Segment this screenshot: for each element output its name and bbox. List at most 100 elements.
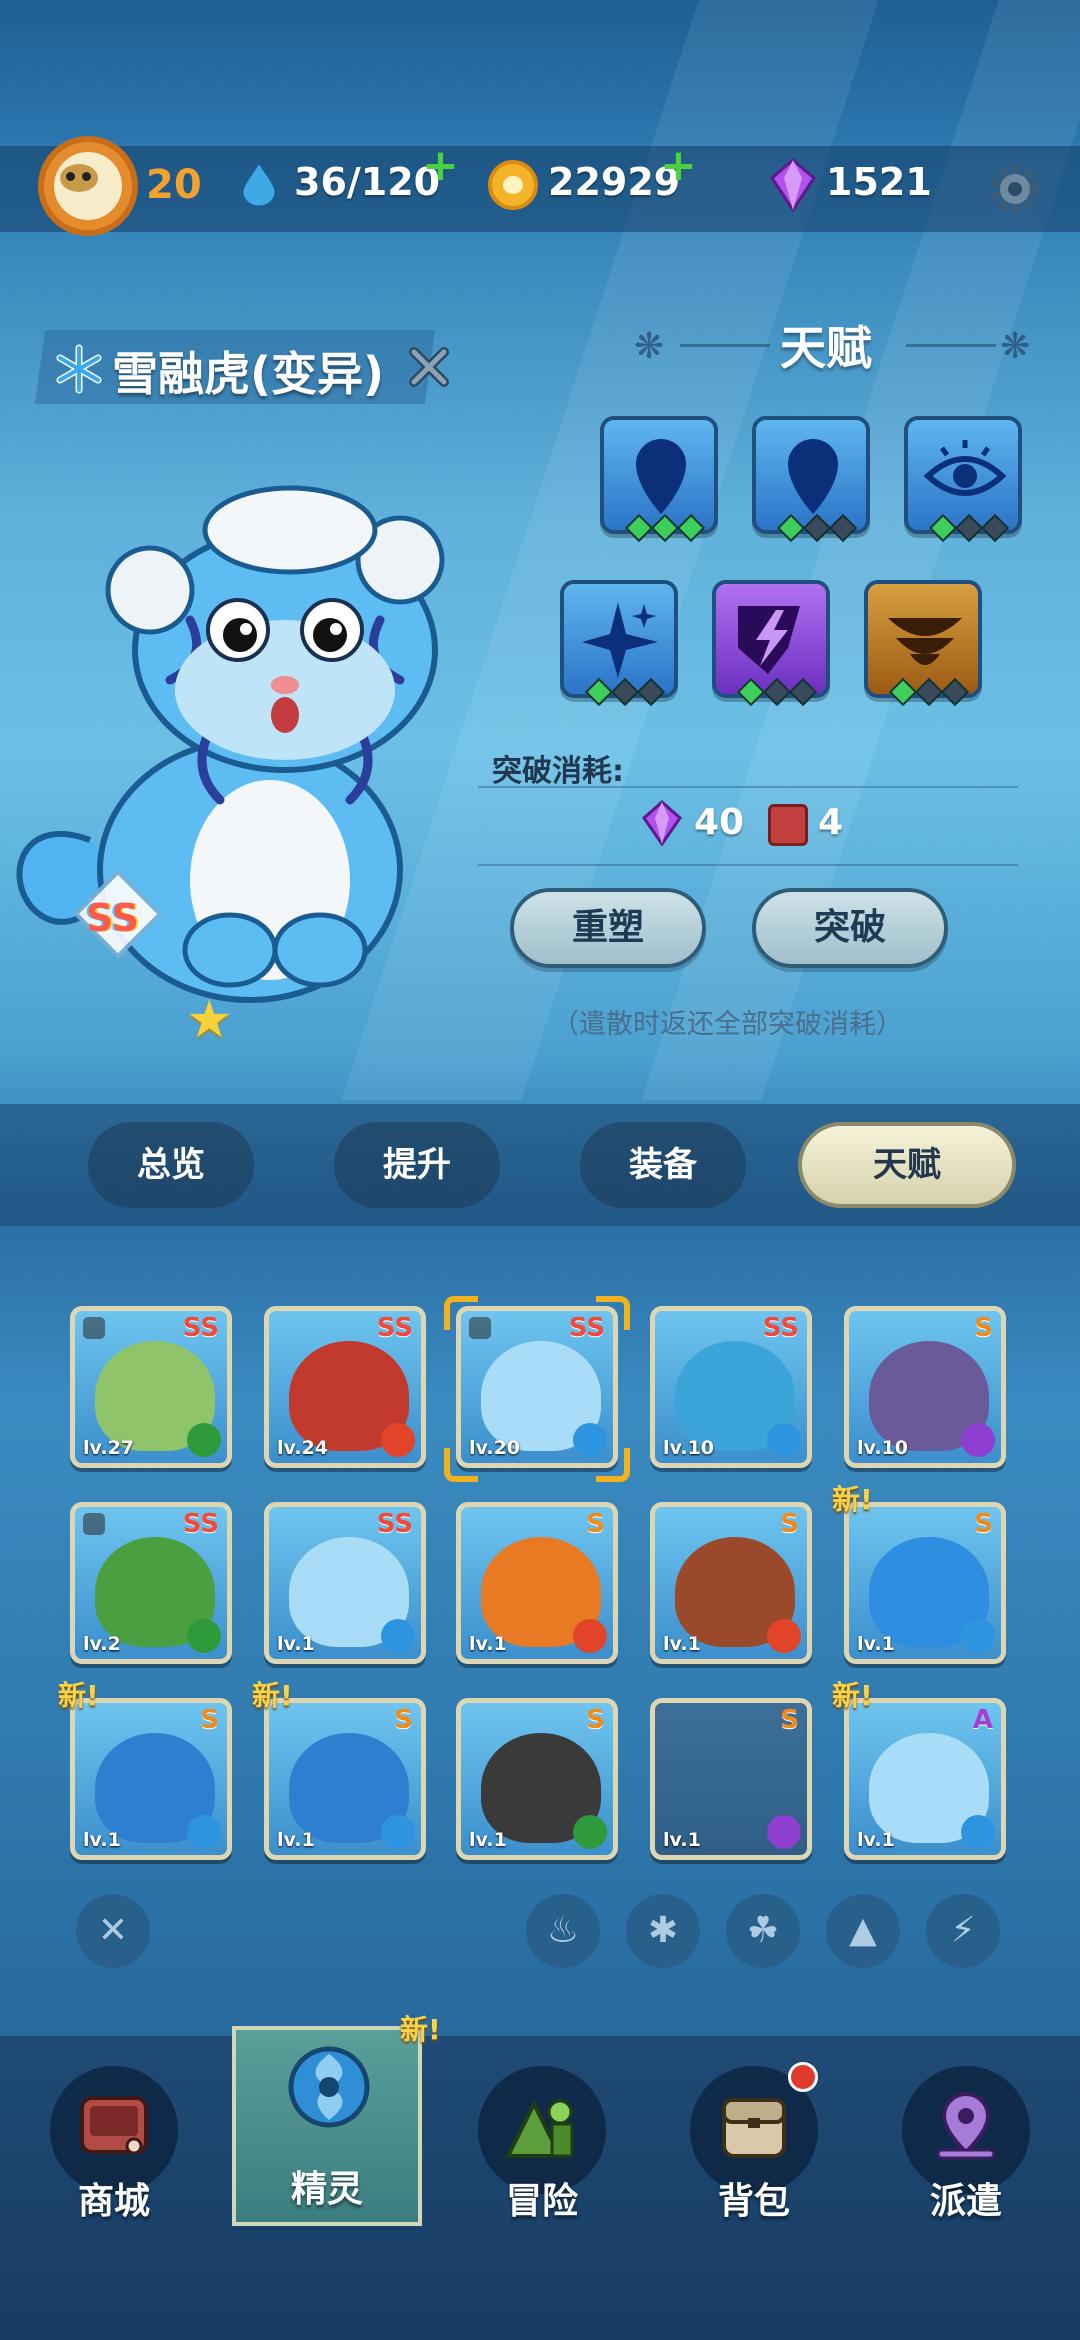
spirit-rank: SS: [376, 1509, 413, 1539]
teardrop-icon: [788, 439, 838, 514]
leaf-filter-icon[interactable]: ☘: [726, 1894, 800, 1968]
spirit-card[interactable]: Slv.1: [650, 1698, 812, 1860]
nav-dispatch[interactable]: 派遣: [866, 2060, 1066, 2240]
spirit-card[interactable]: Slv.1: [70, 1698, 232, 1860]
fire-filter-icon[interactable]: ♨: [526, 1894, 600, 1968]
spirit-level: lv.1: [857, 1829, 895, 1851]
stacked-bowls-icon: [888, 618, 962, 665]
backpack-icon: [722, 2098, 786, 2158]
rank-label: SS: [86, 896, 140, 940]
spirit-rank: SS: [376, 1313, 413, 1343]
spirit-card[interactable]: Slv.1: [264, 1698, 426, 1860]
spirit-level: lv.2: [83, 1633, 121, 1655]
spirit-rank: SS: [182, 1313, 219, 1343]
spirit-card[interactable]: Slv.1: [456, 1502, 618, 1664]
spirit-card[interactable]: Slv.1: [650, 1502, 812, 1664]
cost-book-amount: 4: [818, 802, 844, 843]
character-name: 雪融虎(变异): [112, 347, 385, 401]
talent-skill-3[interactable]: [904, 416, 1022, 543]
leaf-element-icon: [187, 1423, 221, 1457]
tab-talent[interactable]: 天赋: [798, 1122, 1016, 1208]
nav-adventure[interactable]: 冒险: [442, 2060, 642, 2240]
spirit-level: lv.10: [663, 1437, 715, 1459]
skill-level-pips: [776, 513, 858, 543]
spirit-rank: S: [974, 1313, 993, 1343]
earth-filter-icon[interactable]: ▲: [826, 1894, 900, 1968]
cost-gem-amount: 40: [694, 802, 745, 843]
cost-divider-bottom: [478, 864, 1018, 866]
talent-skill-4[interactable]: [560, 580, 678, 707]
spirit-level: lv.1: [277, 1829, 315, 1851]
tab-upgrade[interactable]: 提升: [334, 1122, 500, 1208]
clear-filter-icon[interactable]: ✕: [76, 1894, 150, 1968]
shop-icon: [80, 2096, 148, 2155]
tab-overview[interactable]: 总览: [88, 1122, 254, 1208]
spirit-card[interactable]: SS lv.10: [650, 1306, 812, 1468]
spirit-card[interactable]: Slv.10: [844, 1306, 1006, 1468]
spirit-level: lv.1: [663, 1829, 701, 1851]
notification-dot: [788, 2062, 818, 2092]
gem-icon: [642, 800, 682, 846]
title-divider-right: [906, 344, 996, 347]
ice-element-icon: [767, 1423, 801, 1457]
gem-icon: [770, 158, 816, 212]
water-drop-icon: [240, 160, 278, 208]
new-badge: 新!: [832, 1679, 873, 1712]
breakthrough-button[interactable]: 突破: [752, 888, 948, 968]
coin-icon: [488, 160, 538, 210]
spirit-card[interactable]: SS lv.2: [70, 1502, 232, 1664]
spirit-level: lv.1: [277, 1633, 315, 1655]
energy-value: 36/120: [294, 160, 441, 204]
skill-level-pips: [624, 513, 706, 543]
spirit-card[interactable]: SS lv.27: [70, 1306, 232, 1468]
ice-filter-icon[interactable]: ✱: [626, 1894, 700, 1968]
talent-skill-6[interactable]: [864, 580, 982, 707]
nav-label: 派遣: [929, 2181, 1002, 2222]
talent-skill-5[interactable]: [712, 580, 830, 707]
spirit-icon: [288, 2046, 370, 2128]
spirit-card[interactable]: SS lv.20: [456, 1306, 618, 1468]
spirit-rank: S: [586, 1509, 605, 1539]
new-badge: 新!: [58, 1679, 99, 1712]
spirit-level: lv.24: [277, 1437, 329, 1459]
gear-icon[interactable]: [986, 160, 1044, 218]
spirit-card[interactable]: SS lv.1: [264, 1502, 426, 1664]
spirit-card[interactable]: SS lv.24: [264, 1306, 426, 1468]
nav-spirit[interactable]: 精灵: [232, 2026, 422, 2226]
dispatch-icon: [936, 2091, 996, 2160]
player-avatar[interactable]: [38, 136, 138, 236]
spirit-rank: SS: [182, 1509, 219, 1539]
release-icon[interactable]: [406, 344, 452, 390]
tab-equipment[interactable]: 装备: [580, 1122, 746, 1208]
spirit-rank: S: [780, 1509, 799, 1539]
lock-icon: [83, 1513, 105, 1535]
title-divider-left: [680, 344, 770, 347]
nav-label: 商城: [77, 2181, 150, 2222]
spirit-card[interactable]: Slv.1: [844, 1502, 1006, 1664]
reshape-button[interactable]: 重塑: [510, 888, 706, 968]
spirit-card[interactable]: Alv.1: [844, 1698, 1006, 1860]
skill-level-pips: [584, 677, 666, 707]
selection-corner: [444, 1296, 478, 1330]
spirit-level: lv.27: [83, 1437, 135, 1459]
add-coins-button[interactable]: +: [660, 140, 697, 191]
talent-skill-1[interactable]: [600, 416, 718, 543]
bolt-filter-icon[interactable]: ⚡: [926, 1894, 1000, 1968]
add-energy-button[interactable]: +: [422, 140, 459, 191]
nav-backpack[interactable]: 背包: [654, 2060, 854, 2240]
eye-icon: [923, 440, 1007, 496]
talent-skill-2[interactable]: [752, 416, 870, 543]
new-badge: 新!: [832, 1483, 873, 1516]
dismiss-refund-note: （遣散时返还全部突破消耗）: [552, 1009, 903, 1040]
adventure-icon: [504, 2099, 574, 2158]
fire-element-icon: [767, 1619, 801, 1653]
spirit-card[interactable]: Slv.1: [456, 1698, 618, 1860]
sparkle-icon: [582, 602, 658, 678]
spirit-level: lv.1: [469, 1633, 507, 1655]
breakthrough-cost-label: 突破消耗:: [492, 754, 624, 789]
selection-corner: [596, 1448, 630, 1482]
leaf-element-icon: [573, 1815, 607, 1849]
character-portrait: [16, 485, 445, 1003]
nav-shop[interactable]: 商城: [14, 2060, 214, 2240]
star-icon: ★: [186, 990, 233, 1050]
